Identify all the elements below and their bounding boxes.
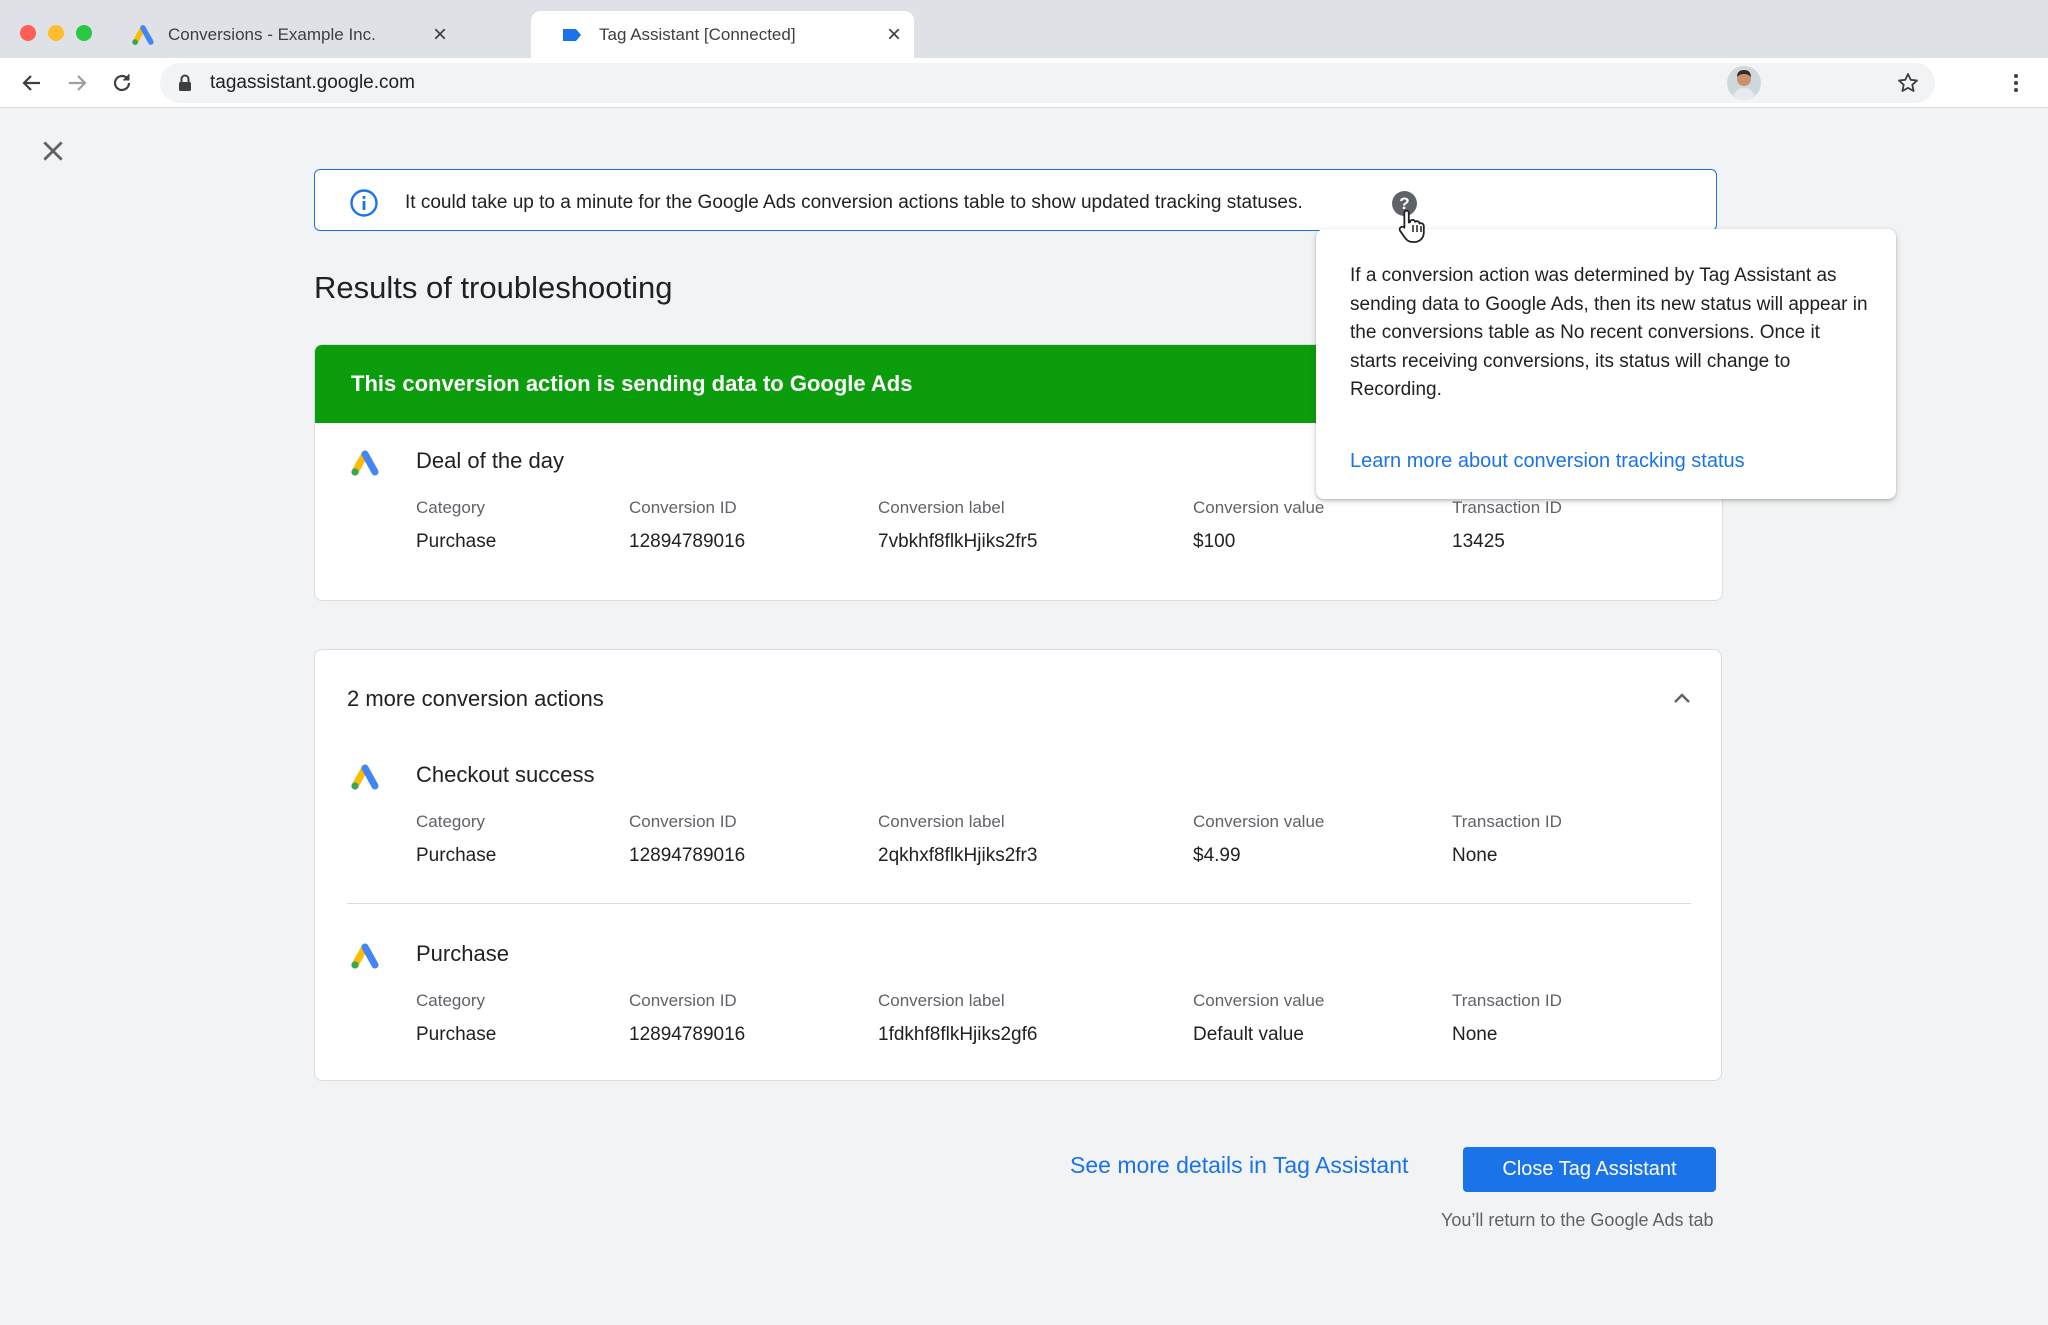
more-menu-icon[interactable] bbox=[2001, 68, 2031, 98]
action-name: Checkout success bbox=[416, 762, 595, 787]
tab-tag-assistant[interactable]: Tag Assistant [Connected] × bbox=[531, 11, 914, 58]
field-label-category: Category bbox=[416, 812, 485, 831]
field-value-transaction-id: 13425 bbox=[1452, 531, 1505, 552]
back-icon[interactable] bbox=[17, 68, 47, 98]
hand-cursor-icon bbox=[1398, 209, 1425, 243]
close-tag-assistant-button[interactable]: Close Tag Assistant bbox=[1463, 1147, 1716, 1192]
bookmark-star-icon[interactable] bbox=[1893, 68, 1923, 98]
field-value-conversion-value: $100 bbox=[1193, 531, 1236, 552]
url-text: tagassistant.google.com bbox=[210, 72, 415, 93]
tab-title: Tag Assistant [Connected] bbox=[599, 24, 796, 44]
field-label-conversion-value: Conversion value bbox=[1193, 991, 1325, 1010]
field-label-conversion-label: Conversion label bbox=[878, 991, 1005, 1010]
tooltip-text: If a conversion action was determined by… bbox=[1350, 265, 1868, 400]
field-value-transaction-id: None bbox=[1452, 845, 1498, 866]
info-icon bbox=[349, 188, 379, 218]
field-value-category: Purchase bbox=[416, 1024, 497, 1045]
field-value-conversion-id: 12894789016 bbox=[629, 1024, 746, 1045]
learn-more-link[interactable]: Learn more about conversion tracking sta… bbox=[1350, 450, 1745, 473]
window-maximize-button[interactable] bbox=[76, 25, 92, 41]
window-close-button[interactable] bbox=[20, 25, 36, 41]
field-label-transaction-id: Transaction ID bbox=[1452, 498, 1562, 517]
field-value-conversion-label: 7vbkhf8flkHjiks2fr5 bbox=[878, 531, 1038, 552]
field-label-conversion-value: Conversion value bbox=[1193, 498, 1325, 517]
google-ads-icon bbox=[351, 943, 379, 969]
field-value-conversion-id: 12894789016 bbox=[629, 845, 746, 866]
google-ads-icon bbox=[351, 764, 379, 790]
chevron-up-icon[interactable] bbox=[1666, 683, 1698, 715]
see-details-link[interactable]: See more details in Tag Assistant bbox=[1070, 1152, 1408, 1179]
field-value-conversion-value: $4.99 bbox=[1193, 845, 1241, 866]
window-minimize-button[interactable] bbox=[48, 25, 64, 41]
tab-conversions[interactable]: Conversions - Example Inc. × bbox=[100, 11, 460, 58]
google-ads-icon bbox=[351, 450, 379, 476]
field-label-category: Category bbox=[416, 498, 485, 517]
field-label-conversion-label: Conversion label bbox=[878, 812, 1005, 831]
field-value-conversion-id: 12894789016 bbox=[629, 531, 746, 552]
field-value-transaction-id: None bbox=[1452, 1024, 1498, 1045]
field-label-category: Category bbox=[416, 991, 485, 1010]
action-name: Deal of the day bbox=[416, 448, 564, 473]
reload-icon[interactable] bbox=[107, 68, 137, 98]
success-header-text: This conversion action is sending data t… bbox=[351, 371, 913, 396]
field-value-conversion-label: 2qkhxf8flkHjiks2fr3 bbox=[878, 845, 1038, 866]
field-value-conversion-label: 1fdkhf8flkHjiks2gf6 bbox=[878, 1024, 1038, 1045]
lock-icon bbox=[176, 73, 194, 93]
field-label-conversion-value: Conversion value bbox=[1193, 812, 1325, 831]
page-title: Results of troubleshooting bbox=[314, 270, 673, 305]
field-label-conversion-id: Conversion ID bbox=[629, 991, 737, 1010]
google-ads-icon bbox=[132, 24, 154, 45]
field-value-category: Purchase bbox=[416, 531, 497, 552]
field-label-transaction-id: Transaction ID bbox=[1452, 812, 1562, 831]
tab-close-icon[interactable]: × bbox=[420, 21, 460, 49]
field-label-conversion-id: Conversion ID bbox=[629, 812, 737, 831]
close-icon[interactable] bbox=[38, 136, 68, 166]
profile-avatar[interactable] bbox=[1727, 66, 1761, 100]
tab-title: Conversions - Example Inc. bbox=[168, 24, 376, 44]
action-name: Purchase bbox=[416, 941, 509, 966]
field-value-conversion-value: Default value bbox=[1193, 1024, 1304, 1045]
field-label-conversion-id: Conversion ID bbox=[629, 498, 737, 517]
return-note: You’ll return to the Google Ads tab bbox=[1441, 1210, 1714, 1230]
field-label-conversion-label: Conversion label bbox=[878, 498, 1005, 517]
tag-icon bbox=[563, 28, 581, 41]
divider bbox=[347, 903, 1691, 904]
field-label-transaction-id: Transaction ID bbox=[1452, 991, 1562, 1010]
field-value-category: Purchase bbox=[416, 845, 497, 866]
banner-text: It could take up to a minute for the Goo… bbox=[405, 192, 1303, 213]
more-actions-title[interactable]: 2 more conversion actions bbox=[347, 686, 604, 712]
tab-close-icon[interactable]: × bbox=[874, 21, 914, 49]
forward-icon[interactable] bbox=[62, 68, 92, 98]
address-bar[interactable] bbox=[160, 63, 1935, 103]
